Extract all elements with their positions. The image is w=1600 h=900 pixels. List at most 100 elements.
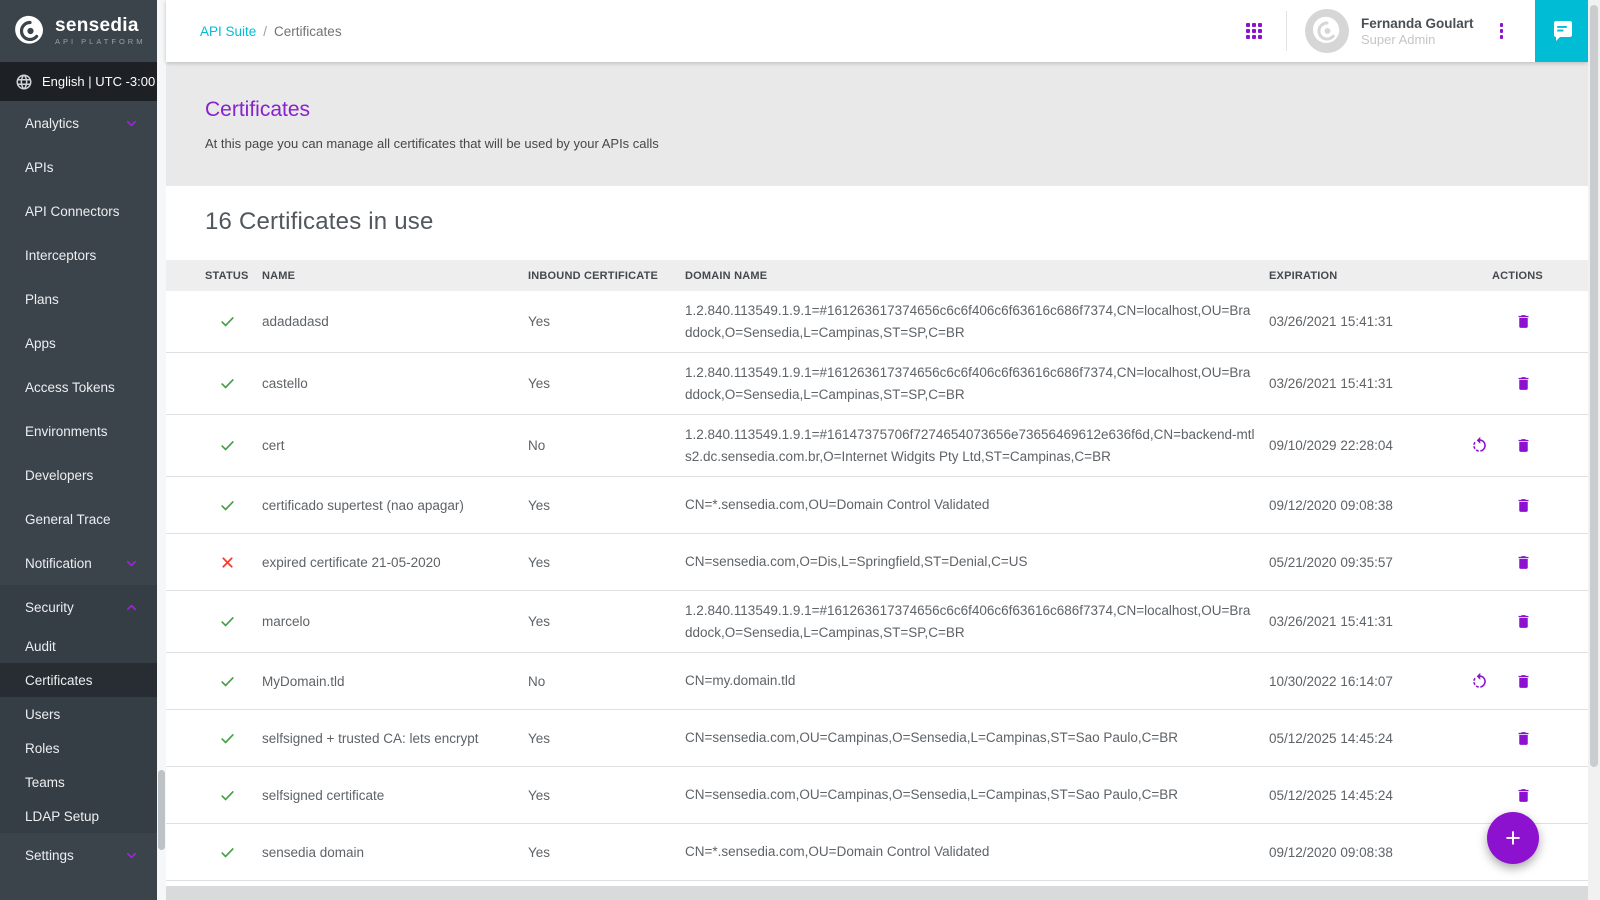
brand-name: sensedia xyxy=(55,17,145,35)
sidebar-scrollbar-thumb[interactable] xyxy=(158,770,165,850)
chevron-down-icon xyxy=(124,116,139,131)
sidebar-item-label: Teams xyxy=(25,775,65,790)
table-row[interactable]: sensedia domain Yes CN=*.sensedia.com,OU… xyxy=(166,824,1588,881)
globe-icon xyxy=(15,73,33,91)
cell-domain-name: CN=*.sensedia.com,OU=Domain Control Vali… xyxy=(685,841,1269,863)
cell-name: cert xyxy=(262,438,528,453)
table-row[interactable]: cert No 1.2.840.113549.1.9.1=#1614737570… xyxy=(166,415,1588,477)
cell-inbound-certificate: Yes xyxy=(528,314,685,329)
cell-expiration: 03/26/2021 15:41:31 xyxy=(1269,614,1492,629)
table-row[interactable]: castello Yes 1.2.840.113549.1.9.1=#16126… xyxy=(166,353,1588,415)
sidebar-item-notification[interactable]: Notification xyxy=(0,541,157,585)
cell-actions xyxy=(1492,730,1588,747)
topbar-right: Fernanda Goulart Super Admin xyxy=(1246,0,1588,62)
apps-grid-icon[interactable] xyxy=(1246,23,1262,39)
list-title: 16 Certificates in use xyxy=(205,208,1588,236)
cell-domain-name: CN=sensedia.com,OU=Campinas,O=Sensedia,L… xyxy=(685,727,1269,749)
page-scrollbar-thumb[interactable] xyxy=(1590,5,1598,767)
cell-actions xyxy=(1492,436,1588,455)
page-scrollbar[interactable] xyxy=(1588,0,1600,900)
refresh-certificate-button[interactable] xyxy=(1470,436,1489,455)
sidebar-item-label: APIs xyxy=(25,160,54,175)
column-header-actions: ACTIONS xyxy=(1492,270,1588,282)
sidebar-item-analytics[interactable]: Analytics xyxy=(0,101,157,145)
sidebar-item-users[interactable]: Users xyxy=(0,697,157,731)
sensedia-logo-icon xyxy=(12,13,48,49)
delete-certificate-button[interactable] xyxy=(1515,375,1532,392)
sidebar-item-environments[interactable]: Environments xyxy=(0,409,157,453)
topbar-divider xyxy=(1286,11,1287,51)
chat-button[interactable] xyxy=(1535,0,1588,62)
brand-tagline: API PLATFORM xyxy=(55,37,145,46)
delete-certificate-button[interactable] xyxy=(1515,787,1532,804)
table-body: adadadasd Yes 1.2.840.113549.1.9.1=#1612… xyxy=(166,291,1588,881)
sidebar-item-developers[interactable]: Developers xyxy=(0,453,157,497)
table-row[interactable]: adadadasd Yes 1.2.840.113549.1.9.1=#1612… xyxy=(166,291,1588,353)
trash-icon xyxy=(1515,554,1532,571)
breadcrumb: API Suite / Certificates xyxy=(200,0,342,62)
table-row[interactable]: expired certificate 21-05-2020 Yes CN=se… xyxy=(166,534,1588,591)
language-label: English | UTC -3:00 xyxy=(42,74,155,89)
sidebar-item-security[interactable]: Security xyxy=(0,585,157,629)
delete-certificate-button[interactable] xyxy=(1515,437,1532,454)
sidebar-item-apis[interactable]: APIs xyxy=(0,145,157,189)
status-valid-icon xyxy=(219,313,236,330)
sidebar-item-ldap-setup[interactable]: LDAP Setup xyxy=(0,799,157,833)
table-row[interactable]: marcelo Yes 1.2.840.113549.1.9.1=#161263… xyxy=(166,591,1588,653)
cell-expiration: 05/12/2025 14:45:24 xyxy=(1269,731,1492,746)
status-invalid-icon xyxy=(219,554,236,571)
delete-certificate-button[interactable] xyxy=(1515,554,1532,571)
trash-icon xyxy=(1515,673,1532,690)
delete-certificate-button[interactable] xyxy=(1515,497,1532,514)
table-row[interactable]: selfsigned certificate Yes CN=sensedia.c… xyxy=(166,767,1588,824)
chevron-down-icon xyxy=(124,848,139,863)
table-row[interactable]: selfsigned + trusted CA: lets encrypt Ye… xyxy=(166,710,1588,767)
sidebar-item-label: Analytics xyxy=(25,116,79,131)
column-header-status: STATUS xyxy=(205,270,262,282)
sidebar-item-apps[interactable]: Apps xyxy=(0,321,157,365)
sidebar-scrollbar[interactable] xyxy=(157,0,166,900)
user-menu[interactable]: Fernanda Goulart Super Admin xyxy=(1361,15,1474,48)
cell-expiration: 03/26/2021 15:41:31 xyxy=(1269,314,1492,329)
sidebar-item-general-trace[interactable]: General Trace xyxy=(0,497,157,541)
cell-status xyxy=(205,375,262,392)
sidebar-item-audit[interactable]: Audit xyxy=(0,629,157,663)
cell-domain-name: 1.2.840.113549.1.9.1=#161263617374656c6c… xyxy=(685,300,1269,344)
table-row[interactable]: MyDomain.tld No CN=my.domain.tld 10/30/2… xyxy=(166,653,1588,710)
breadcrumb-api-suite[interactable]: API Suite xyxy=(200,24,256,39)
sidebar-item-label: LDAP Setup xyxy=(25,809,99,824)
delete-certificate-button[interactable] xyxy=(1515,673,1532,690)
delete-certificate-button[interactable] xyxy=(1515,313,1532,330)
sidebar-item-settings[interactable]: Settings xyxy=(0,833,157,877)
kebab-menu-icon[interactable] xyxy=(1494,17,1510,45)
cell-actions xyxy=(1492,787,1588,804)
sidebar-item-label: Access Tokens xyxy=(25,380,115,395)
sidebar-item-label: Plans xyxy=(25,292,59,307)
sidebar-item-roles[interactable]: Roles xyxy=(0,731,157,765)
breadcrumb-current: Certificates xyxy=(274,24,342,39)
cell-status xyxy=(205,730,262,747)
sidebar-item-teams[interactable]: Teams xyxy=(0,765,157,799)
sidebar-item-certificates[interactable]: Certificates xyxy=(0,663,157,697)
cell-inbound-certificate: No xyxy=(528,674,685,689)
brand-logo[interactable]: sensedia API PLATFORM xyxy=(0,0,157,62)
add-certificate-button[interactable]: + xyxy=(1487,812,1539,864)
status-valid-icon xyxy=(219,730,236,747)
cell-actions xyxy=(1492,554,1588,571)
language-selector[interactable]: English | UTC -3:00 xyxy=(0,62,157,101)
table-row[interactable]: certificado supertest (nao apagar) Yes C… xyxy=(166,477,1588,534)
sidebar-item-interceptors[interactable]: Interceptors xyxy=(0,233,157,277)
sidebar-item-plans[interactable]: Plans xyxy=(0,277,157,321)
cell-inbound-certificate: Yes xyxy=(528,731,685,746)
sidebar-nav: Analytics APIs API Connectors Intercepto… xyxy=(0,101,157,585)
sidebar-item-access-tokens[interactable]: Access Tokens xyxy=(0,365,157,409)
sidebar-item-api-connectors[interactable]: API Connectors xyxy=(0,189,157,233)
delete-certificate-button[interactable] xyxy=(1515,730,1532,747)
avatar[interactable] xyxy=(1305,9,1349,53)
cell-name: castello xyxy=(262,376,528,391)
trash-icon xyxy=(1515,613,1532,630)
refresh-certificate-button[interactable] xyxy=(1470,672,1489,691)
cell-expiration: 09/12/2020 09:08:38 xyxy=(1269,845,1492,860)
delete-certificate-button[interactable] xyxy=(1515,613,1532,630)
page-subtitle: At this page you can manage all certific… xyxy=(205,136,1588,151)
